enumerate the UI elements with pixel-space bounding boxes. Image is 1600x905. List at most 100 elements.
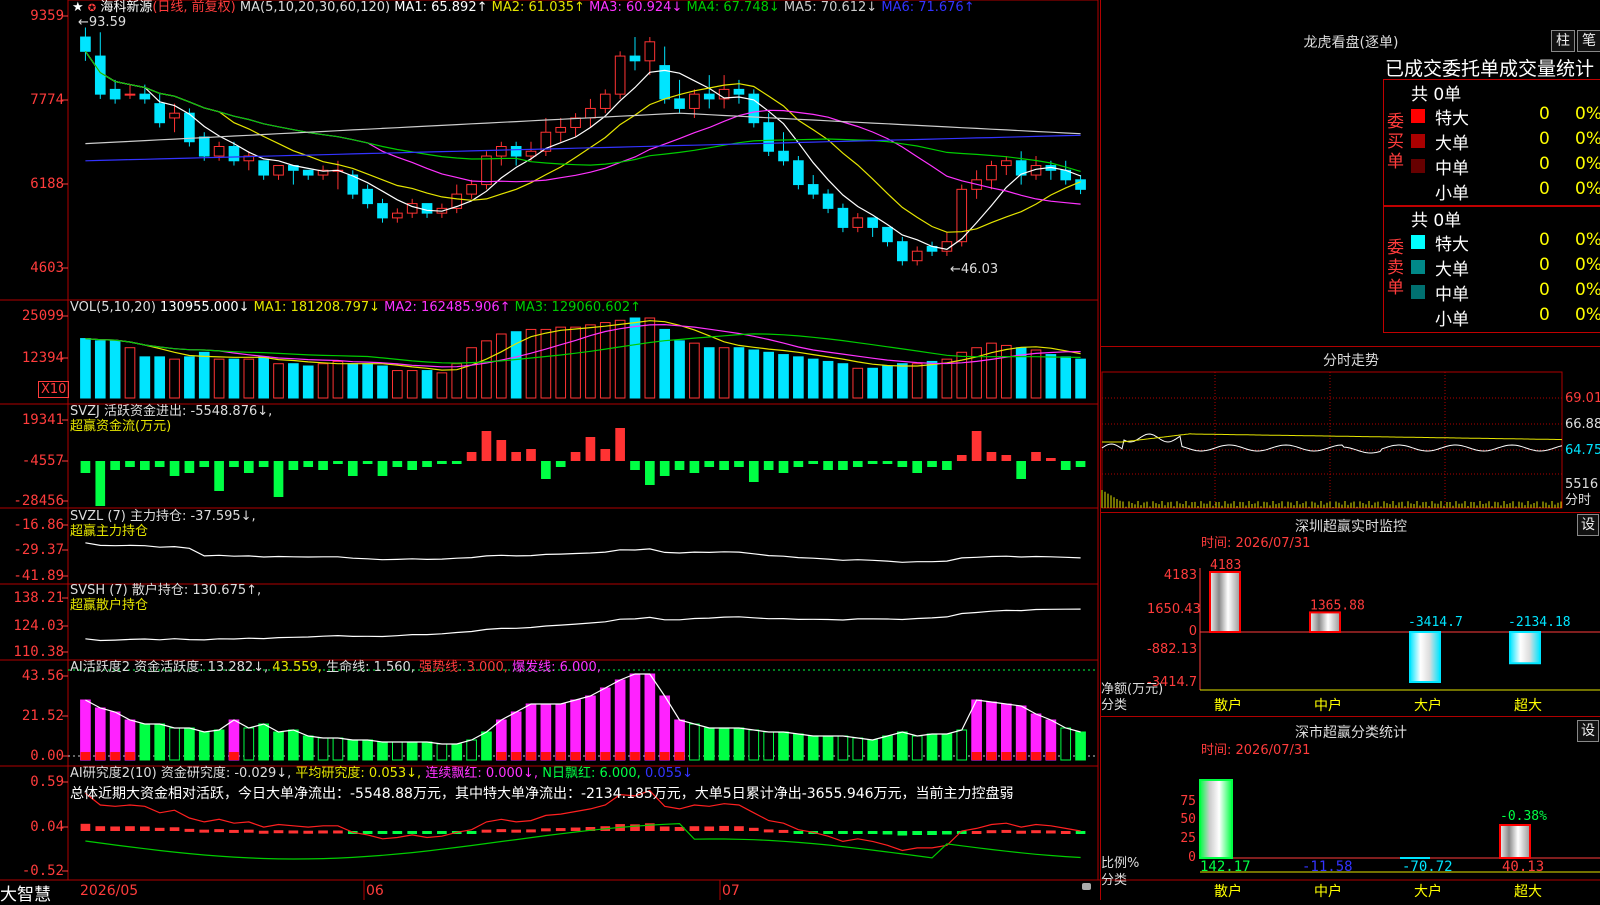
flow-bar	[600, 449, 611, 461]
sell-row-swatch	[1411, 285, 1425, 299]
volume-bar	[733, 347, 745, 399]
volume-bar	[184, 356, 195, 399]
research-bar	[570, 827, 581, 831]
flow-bar	[273, 461, 284, 497]
volume-bar	[1075, 358, 1086, 399]
candle-body	[837, 207, 849, 228]
volume-bar	[392, 370, 403, 399]
sz-monitor-title: 深圳超赢实时监控	[1295, 519, 1407, 535]
research-bar	[689, 826, 700, 831]
research-bar	[95, 826, 106, 831]
ai-y-label: 43.56	[21, 668, 64, 684]
activity-base	[1061, 752, 1071, 760]
sell-row-label: 大单	[1435, 260, 1469, 280]
research-bar	[318, 830, 328, 834]
research-bar	[229, 829, 239, 833]
activity-base	[393, 752, 403, 760]
volume-bar	[659, 328, 671, 399]
candle-body	[302, 169, 314, 176]
volume-bar	[243, 358, 255, 399]
volume-bar	[807, 358, 819, 399]
svsh-y-label: 138.21	[13, 590, 64, 606]
candle-body	[763, 122, 774, 152]
app-brand[interactable]: 大智慧	[0, 880, 51, 905]
candle-body	[421, 203, 433, 214]
volume-bar	[1000, 344, 1012, 399]
favorite-settings-icon[interactable]: ✪	[88, 3, 96, 14]
flow-bar	[630, 461, 640, 470]
research-bar	[734, 826, 744, 831]
flow-bar	[734, 461, 744, 467]
activity-base	[600, 752, 611, 760]
flow-bar	[674, 461, 685, 470]
activity-base	[898, 752, 908, 760]
activity-base	[541, 752, 551, 760]
volume-bar	[124, 347, 136, 399]
research-bar	[927, 831, 937, 835]
intraday-price-label: 69.01	[1565, 391, 1600, 406]
research-bar	[273, 830, 284, 834]
stat-title: 已成交委托单成交量统计	[1385, 58, 1595, 80]
buy-row-count: 0	[1539, 154, 1550, 174]
flow-bar	[466, 452, 477, 461]
lock-icon[interactable]	[1082, 883, 1091, 890]
research-bar	[199, 829, 210, 833]
svzl-label: SVZL (7) 主力持仓: -37.595↓,	[70, 509, 256, 524]
research-bar	[169, 827, 180, 831]
vol-unit-badge[interactable]: X10	[38, 381, 70, 398]
volume-bar	[495, 333, 507, 399]
research-bar	[110, 826, 120, 831]
candle-body	[362, 188, 373, 205]
flow-bar	[511, 452, 521, 461]
volume-bar	[897, 363, 908, 399]
activity-base	[779, 752, 789, 760]
candle-body	[1000, 160, 1012, 167]
activity-base	[883, 752, 893, 760]
activity-base	[452, 752, 462, 760]
divider	[1101, 716, 1600, 717]
volume-bar	[406, 370, 418, 399]
svzl-sub: 超赢主力持仓	[70, 524, 149, 539]
flow-bar	[288, 461, 299, 470]
ma3-value: MA3: 60.924↓	[589, 0, 683, 15]
activity-base	[942, 752, 952, 760]
sz-y-label: -882.13	[1147, 642, 1198, 657]
x-axis-label: 2026/05	[80, 883, 139, 899]
activity-base	[333, 752, 343, 760]
favorite-star-icon[interactable]: ★	[72, 0, 84, 15]
research-bar	[154, 827, 165, 831]
activity-base	[674, 752, 685, 760]
chart-mode: (日线, 前复权)	[152, 0, 236, 15]
volume-bar	[971, 347, 982, 399]
ma2-value: MA2: 61.035↑	[491, 0, 585, 15]
svzj-sub: 超赢资金流(万元)	[70, 419, 172, 434]
candle-body	[139, 93, 151, 100]
candle-body	[392, 212, 403, 219]
sz-y-label: 4183	[1163, 568, 1197, 583]
ai2-summary: 总体近期大资金相对活跃，今日大单净流出：-5548.88万元，其中特大单净流出：…	[70, 786, 1014, 802]
flow-bar	[541, 461, 551, 479]
ai2-red-streak: 连续飘红: 0.000↓,	[425, 766, 539, 781]
flow-bar	[793, 461, 804, 467]
activity-base	[570, 752, 581, 760]
intraday-vol-label: 5516	[1565, 477, 1599, 492]
cls-settings-button[interactable]: 设	[1577, 720, 1599, 742]
sz-settings-button[interactable]: 设	[1577, 514, 1599, 536]
volume-bar	[80, 338, 91, 399]
flow-bar	[243, 461, 254, 473]
activity-base	[467, 752, 477, 760]
svsh-y-label: 110.38	[13, 644, 64, 660]
candle-body	[674, 98, 685, 109]
svzl-y-label: -16.86	[13, 517, 64, 533]
bar-mode-button[interactable]: 柱	[1551, 30, 1575, 52]
buy-row-count: 0	[1539, 104, 1550, 124]
tick-mode-button[interactable]: 笔	[1577, 30, 1600, 52]
activity-base	[363, 752, 373, 760]
flow-bar	[362, 461, 373, 464]
ma2-line	[84, 50, 1081, 233]
flow-bar	[971, 431, 982, 461]
flow-bar	[347, 461, 358, 476]
intraday-price-label: 66.88	[1565, 417, 1600, 432]
activity-bar	[986, 701, 997, 761]
buy-row-pct: 0%	[1575, 129, 1600, 149]
